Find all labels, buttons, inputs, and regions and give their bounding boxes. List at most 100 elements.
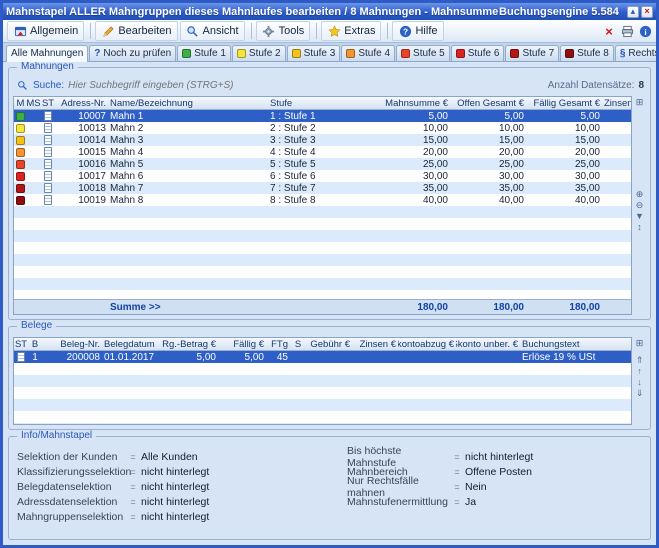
tab-rechtsfaelle[interactable]: §Rechtsfälle <box>615 45 659 61</box>
tab-label: Stufe 8 <box>577 48 609 59</box>
mahnung-row[interactable]: 10016 Mahn 5 5 : Stufe 5 25,00 25,00 25,… <box>14 158 631 170</box>
grid-icon[interactable]: ⊞ <box>636 97 644 108</box>
mahnsumme: 10,00 <box>378 122 450 134</box>
faellig-gesamt: 25,00 <box>526 158 602 170</box>
column-header-zinsen[interactable]: Zinsen € <box>352 338 398 350</box>
column-header-faellig[interactable]: Fällig € <box>218 338 266 350</box>
bearbeiten-button[interactable]: Bearbeiten <box>95 21 177 41</box>
grid-icon[interactable]: ⊞ <box>636 338 644 349</box>
stufe: 3 : Stufe 3 <box>268 134 378 146</box>
column-header-offen[interactable]: Offen Gesamt € <box>450 97 526 109</box>
tab-stufe-5[interactable]: Stufe 5 <box>396 45 450 61</box>
column-header-ms[interactable]: MS <box>27 97 40 109</box>
ansicht-label: Ansicht <box>203 25 239 37</box>
stufe-color-icon <box>16 172 25 181</box>
info-group-label: Info/Mahnstapel <box>17 430 96 441</box>
bearbeiten-label: Bearbeiten <box>118 25 171 37</box>
zoom-in-icon[interactable]: ⊕ <box>636 189 644 200</box>
mahnung-row[interactable]: 10013 Mahn 2 2 : Stufe 2 10,00 10,00 10,… <box>14 122 631 134</box>
mahnung-row[interactable]: 10019 Mahn 8 8 : Stufe 8 40,00 40,00 40,… <box>14 194 631 206</box>
empty-rows-area <box>14 363 631 424</box>
tools-button[interactable]: Tools <box>256 21 311 41</box>
tab-stufe-2[interactable]: Stufe 2 <box>232 45 286 61</box>
mahnung-row[interactable]: 10018 Mahn 7 7 : Stufe 7 35,00 35,00 35,… <box>14 182 631 194</box>
mahnungen-group-label: Mahnungen <box>17 62 78 72</box>
offen-gesamt: 10,00 <box>450 122 526 134</box>
tab-stufe-8[interactable]: Stufe 8 <box>560 45 614 61</box>
column-header-ftg[interactable]: FTg <box>266 338 290 350</box>
column-header-st[interactable]: ST <box>14 338 28 350</box>
info-label: Mahnstufenermittlung <box>347 496 449 508</box>
stufe: 2 : Stufe 2 <box>268 122 378 134</box>
column-header-st[interactable]: ST <box>40 97 56 109</box>
document-icon <box>44 159 52 169</box>
empty-rows-area <box>14 206 631 299</box>
column-header-gebuehr[interactable]: Gebühr € <box>306 338 352 350</box>
column-header-name[interactable]: Name/Bezeichnung <box>108 97 268 109</box>
stufe-6-color-icon <box>456 49 465 58</box>
cancel-icon[interactable]: × <box>602 24 616 38</box>
allgemein-button[interactable]: Allgemein <box>7 21 84 41</box>
close-icon[interactable]: × <box>641 6 653 18</box>
sort-icon[interactable]: ↕ <box>637 222 642 233</box>
question-icon: ? <box>94 48 100 59</box>
mahnung-row[interactable]: 10014 Mahn 3 3 : Stufe 3 15,00 15,00 15,… <box>14 134 631 146</box>
column-header-belegdatum[interactable]: Belegdatum <box>102 338 162 350</box>
pin-icon[interactable]: ▴ <box>627 6 639 18</box>
info-icon[interactable]: i <box>638 24 652 38</box>
toolbar-separator <box>251 23 252 39</box>
summe-row: Summe >> 180,00 180,00 180,00 <box>14 299 631 314</box>
mahnsumme: 35,00 <box>378 182 450 194</box>
search-input[interactable] <box>68 80 544 91</box>
column-header-stufe[interactable]: Stufe <box>268 97 378 109</box>
column-header-zinsen[interactable]: Zinsen <box>602 97 631 109</box>
column-header-s[interactable]: S <box>290 338 306 350</box>
tab-stufe-6[interactable]: Stufe 6 <box>451 45 505 61</box>
column-header-rgbetrag[interactable]: Rg.-Betrag € <box>162 338 218 350</box>
titlebar: Mahnstapel ALLER Mahngruppen dieses Mahn… <box>3 3 656 20</box>
column-header-skontoabzug[interactable]: Skontoabzug € <box>398 338 456 350</box>
tab-stufe-3[interactable]: Stufe 3 <box>287 45 341 61</box>
printer-icon[interactable] <box>620 24 634 38</box>
tab-noch-zu-pruefen[interactable]: ?Noch zu prüfen <box>89 45 176 61</box>
stufe: 1 : Stufe 1 <box>268 110 378 122</box>
engine-version-label: Buchungsengine 5.584 <box>499 6 619 18</box>
last-record-icon[interactable]: ⇓ <box>636 388 644 399</box>
column-header-mahnsumme[interactable]: Mahnsumme € <box>378 97 450 109</box>
mahnung-row[interactable]: 10007 Mahn 1 1 : Stufe 1 5,00 5,00 5,00 <box>14 110 631 122</box>
mahnung-row[interactable]: 10015 Mahn 4 4 : Stufe 4 20,00 20,00 20,… <box>14 146 631 158</box>
column-header-b[interactable]: B <box>28 338 42 350</box>
column-header-belegnr[interactable]: Beleg-Nr. <box>42 338 102 350</box>
toolbar-separator <box>316 23 317 39</box>
tab-stufe-7[interactable]: Stufe 7 <box>505 45 559 61</box>
hilfe-button[interactable]: ? Hilfe <box>392 21 443 41</box>
mahnsumme: 15,00 <box>378 134 450 146</box>
tab-stufe-1[interactable]: Stufe 1 <box>177 45 231 61</box>
ansicht-button[interactable]: Ansicht <box>180 21 245 41</box>
column-header-adressnr[interactable]: Adress-Nr. <box>56 97 108 109</box>
mahnung-row[interactable]: 10017 Mahn 6 6 : Stufe 6 30,00 30,00 30,… <box>14 170 631 182</box>
info-item: Mahnstufenermittlung = Ja <box>347 494 642 509</box>
buchungstext: Erlöse 19 % USt <box>520 351 631 363</box>
mahnsumme: 5,00 <box>378 110 450 122</box>
equals-separator: = <box>449 497 465 507</box>
tab-stufe-4[interactable]: Stufe 4 <box>341 45 395 61</box>
beleg-row[interactable]: 1 200008 01.01.2017 5,00 5,00 45 Erlöse … <box>14 351 631 363</box>
first-record-icon[interactable]: ⇑ <box>636 355 644 366</box>
column-header-faellig[interactable]: Fällig Gesamt € <box>526 97 602 109</box>
filter-icon[interactable]: ▼ <box>635 211 644 222</box>
column-header-m[interactable]: M <box>14 97 27 109</box>
column-header-skonto-unber[interactable]: Skonto unber. € <box>456 338 520 350</box>
prev-record-icon[interactable]: ↑ <box>637 366 642 377</box>
tab-alle-mahnungen[interactable]: Alle Mahnungen <box>6 45 88 62</box>
zoom-out-icon[interactable]: ⊖ <box>636 200 644 211</box>
info-value: nicht hinterlegt <box>141 496 209 508</box>
stufe-color-icon <box>16 184 25 193</box>
extras-button[interactable]: Extras <box>321 21 381 41</box>
next-record-icon[interactable]: ↓ <box>637 377 642 388</box>
adress-nr: 10018 <box>56 182 108 194</box>
info-value: nicht hinterlegt <box>141 481 209 493</box>
faellig-gesamt: 5,00 <box>526 110 602 122</box>
main-content: Mahnungen Suche: Anzahl Datensätze: 8 M … <box>3 62 656 545</box>
column-header-buchungstext[interactable]: Buchungstext <box>520 338 631 350</box>
